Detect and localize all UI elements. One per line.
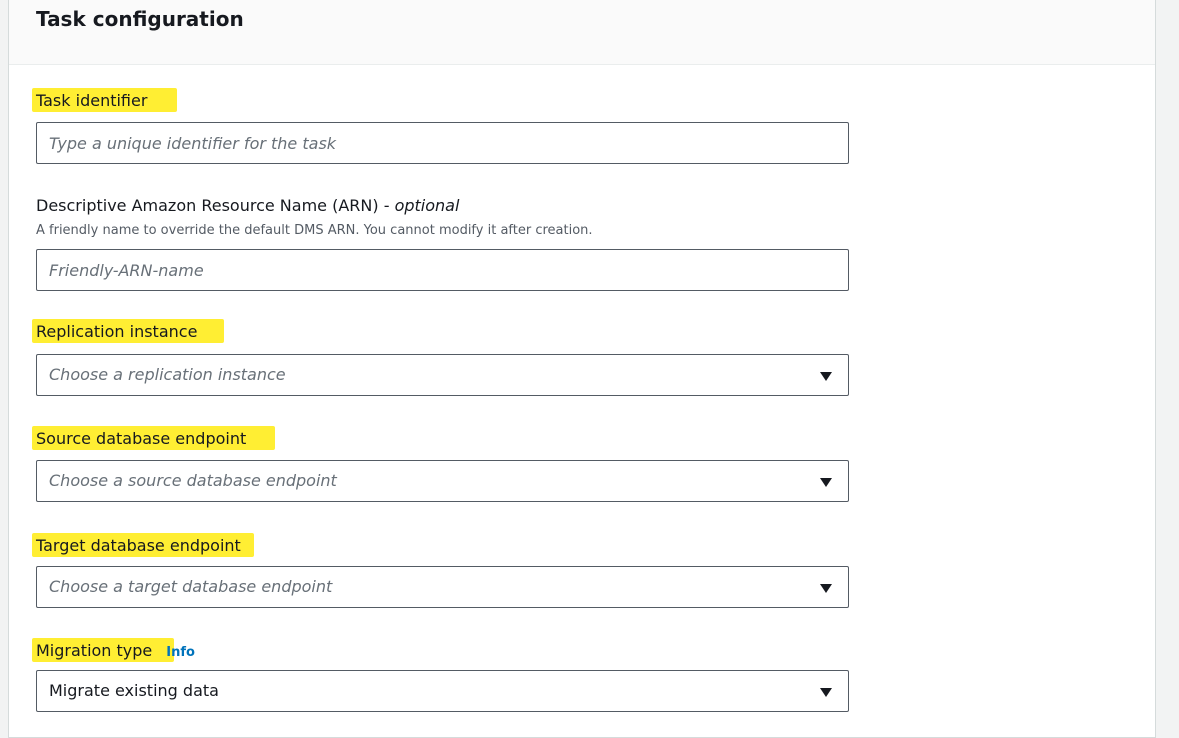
migration-type-value: Migrate existing data bbox=[49, 681, 219, 700]
source-endpoint-value: Choose a source database endpoint bbox=[49, 471, 337, 490]
task-identifier-field[interactable] bbox=[36, 122, 849, 164]
task-identifier-label: Task identifier bbox=[36, 91, 148, 110]
target-endpoint-label: Target database endpoint bbox=[36, 536, 241, 555]
source-endpoint-label: Source database endpoint bbox=[36, 429, 247, 448]
arn-field[interactable] bbox=[36, 249, 849, 291]
task-configuration-panel: Task configuration Task identifier Descr… bbox=[8, 0, 1156, 738]
panel-title: Task configuration bbox=[36, 7, 244, 31]
arn-label-text: Descriptive Amazon Resource Name (ARN) - bbox=[36, 196, 395, 215]
migration-type-select[interactable]: Migrate existing data bbox=[36, 670, 849, 712]
caret-down-icon bbox=[820, 584, 832, 593]
replication-instance-select[interactable]: Choose a replication instance bbox=[36, 354, 849, 396]
caret-down-icon bbox=[820, 478, 832, 487]
caret-down-icon bbox=[820, 372, 832, 381]
source-endpoint-select[interactable]: Choose a source database endpoint bbox=[36, 460, 849, 502]
migration-type-info-link[interactable]: Info bbox=[166, 645, 195, 660]
arn-description: A friendly name to override the default … bbox=[36, 223, 593, 238]
replication-instance-label: Replication instance bbox=[36, 322, 198, 341]
replication-instance-value: Choose a replication instance bbox=[49, 365, 286, 384]
arn-label: Descriptive Amazon Resource Name (ARN) -… bbox=[36, 196, 459, 216]
arn-input[interactable] bbox=[37, 250, 848, 290]
target-endpoint-value: Choose a target database endpoint bbox=[49, 577, 333, 596]
target-endpoint-select[interactable]: Choose a target database endpoint bbox=[36, 566, 849, 608]
task-identifier-input[interactable] bbox=[37, 123, 848, 163]
migration-type-label: Migration type Info bbox=[36, 641, 195, 663]
migration-type-label-text: Migration type bbox=[36, 641, 153, 660]
caret-down-icon bbox=[820, 688, 832, 697]
arn-optional-text: optional bbox=[394, 196, 460, 215]
panel-header: Task configuration bbox=[9, 0, 1155, 65]
